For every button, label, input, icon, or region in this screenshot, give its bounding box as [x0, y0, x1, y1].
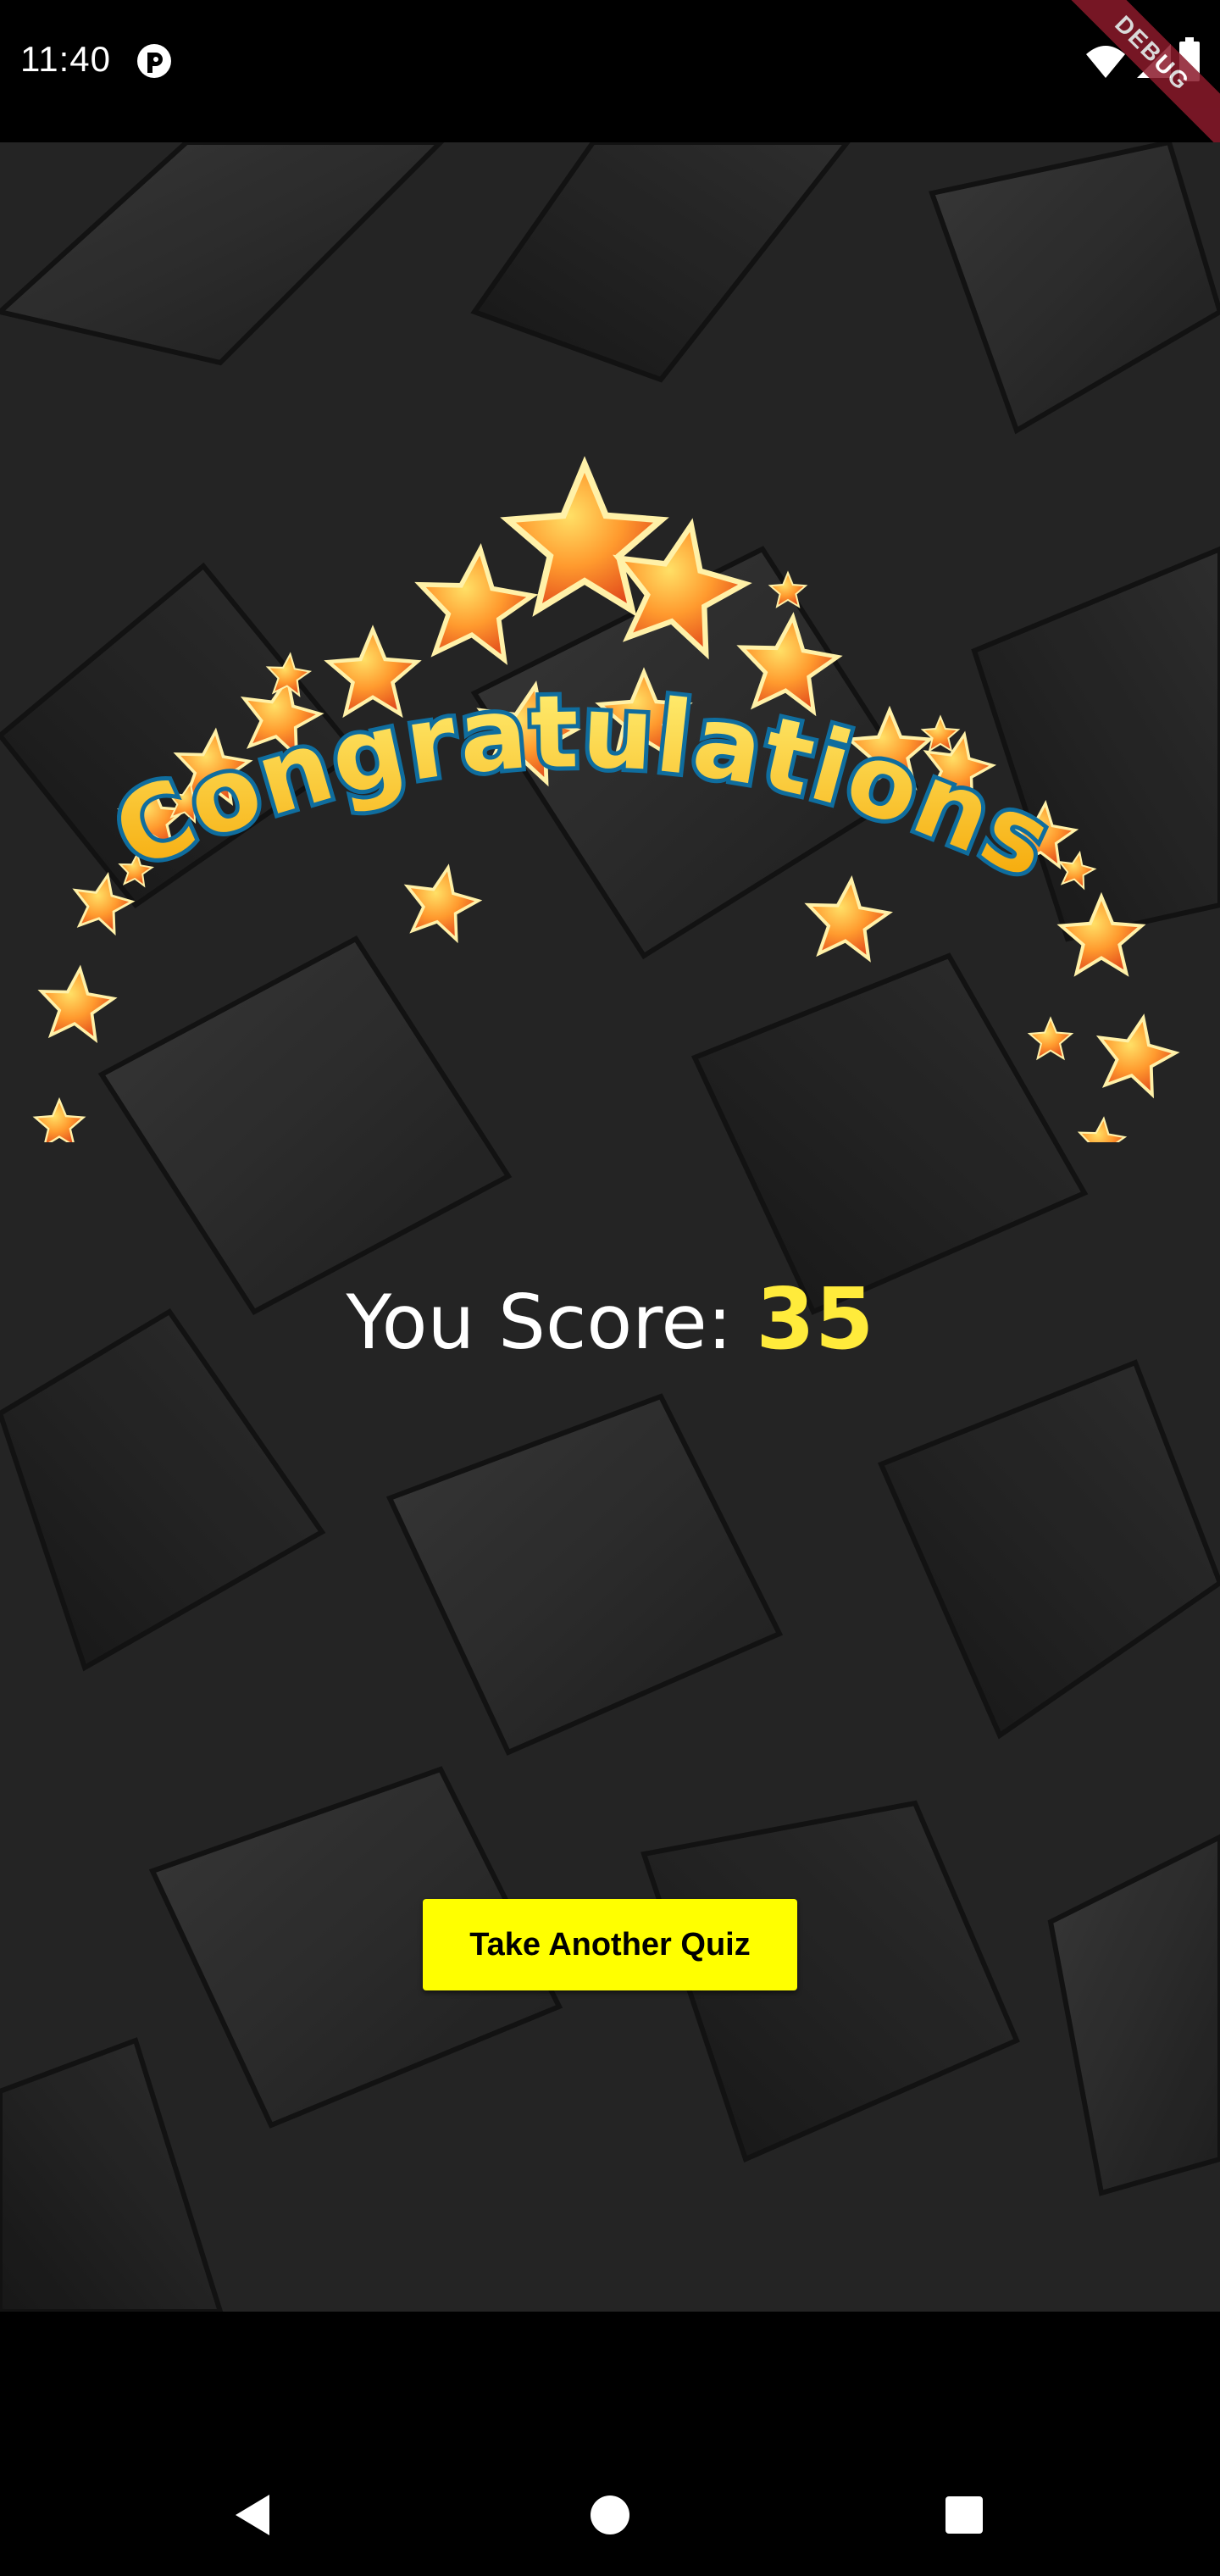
star-shape: [1095, 1013, 1180, 1099]
take-another-quiz-button[interactable]: Take Another Quiz: [423, 1899, 797, 1990]
congratulations-banner: Congratulations: [32, 456, 1180, 1142]
score-value: 35: [756, 1269, 874, 1368]
star-shape: [32, 1096, 86, 1142]
star-shape: [414, 543, 539, 665]
recents-icon[interactable]: [944, 2495, 984, 2535]
star-shape: [768, 570, 808, 608]
star-shape: [804, 875, 893, 963]
banner-text: Congratulations: [97, 673, 1070, 902]
score-label: You Score:: [346, 1279, 757, 1366]
status-bar: 11:40 DEBUG: [0, 0, 1220, 158]
star-shape: [403, 863, 483, 944]
app-notification-icon: [137, 44, 171, 78]
star-shape: [1077, 1116, 1128, 1142]
star-shape: [1027, 1016, 1074, 1061]
home-icon[interactable]: [588, 2493, 632, 2537]
star-shape: [1057, 850, 1097, 891]
star-shape: [500, 456, 669, 617]
debug-banner: DEBUG: [1048, 0, 1220, 158]
status-time: 11:40: [20, 39, 111, 79]
result-screen: Congratulations You Score: 35 Take Anoth…: [0, 142, 1220, 2312]
score-line: You Score: 35: [0, 1269, 1220, 1368]
back-icon[interactable]: [229, 2490, 280, 2540]
star-shape: [1056, 891, 1146, 977]
star-shape: [37, 964, 118, 1043]
